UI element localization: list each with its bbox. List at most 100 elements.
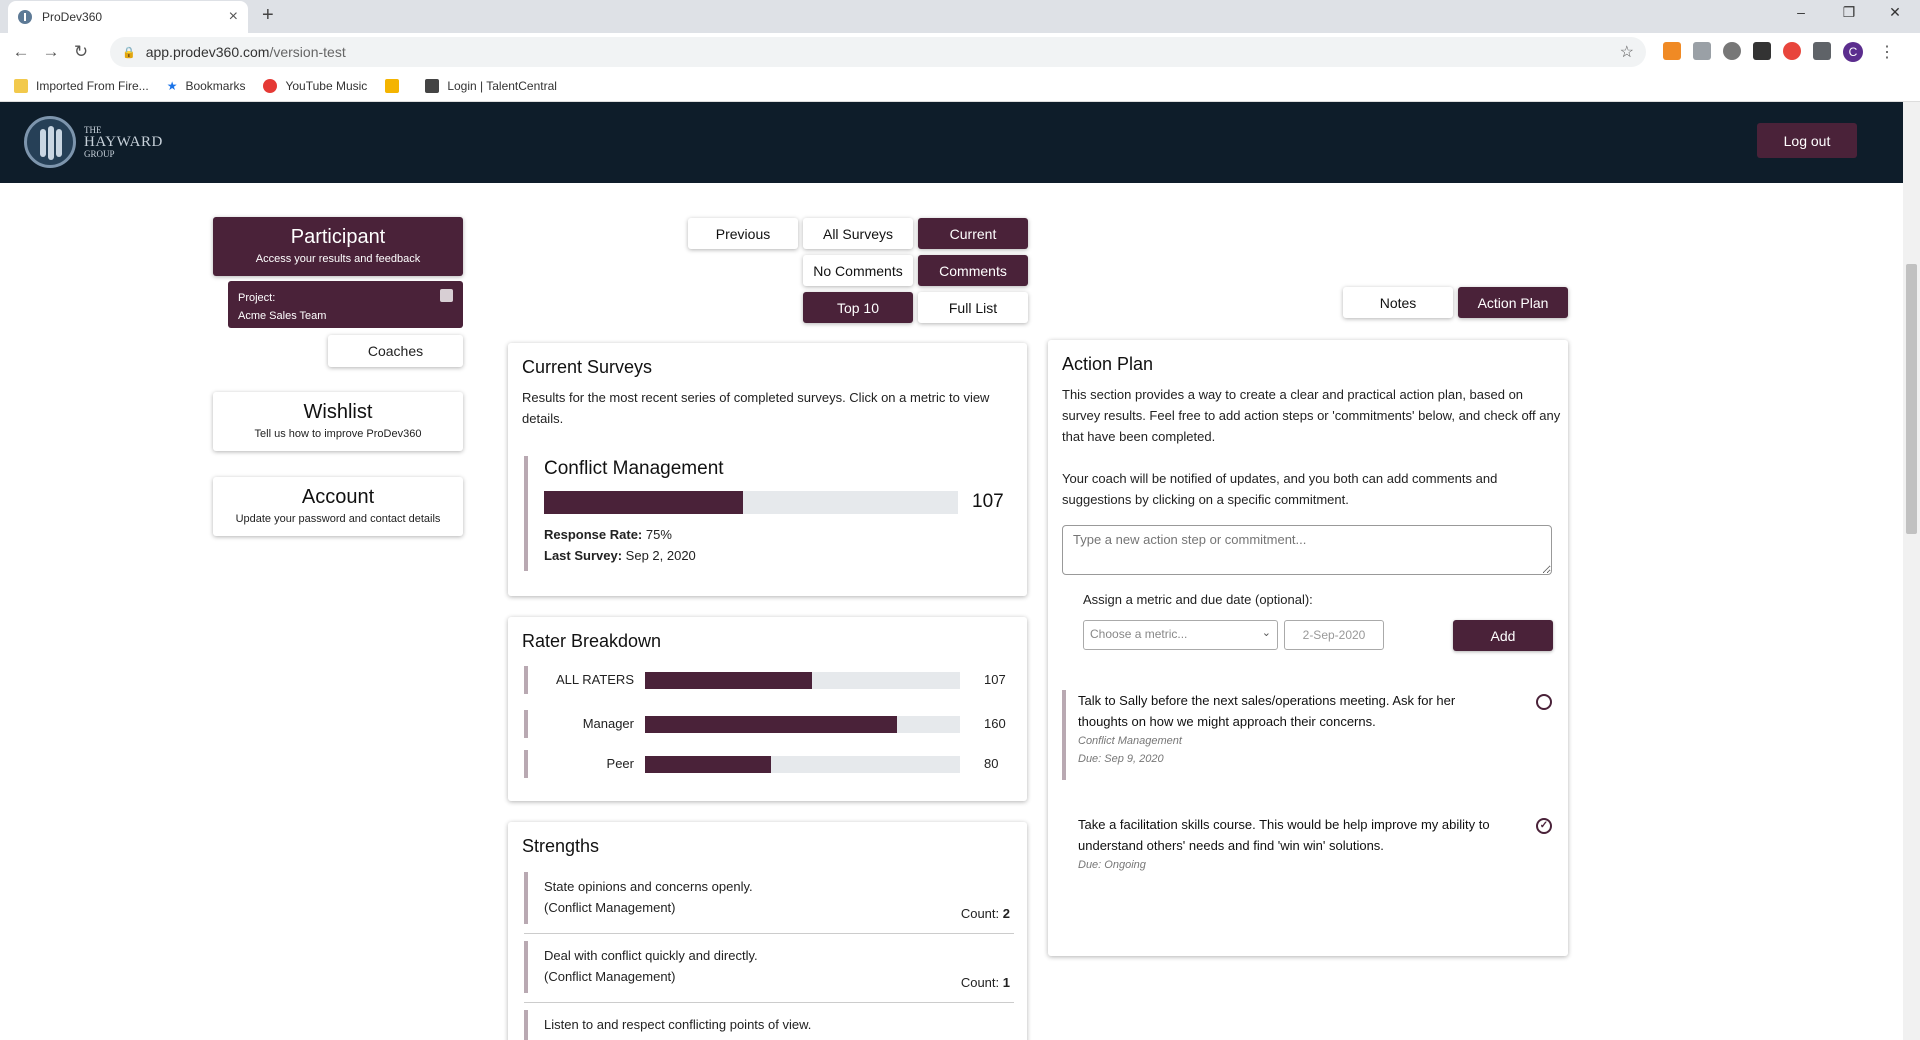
page-scrollbar[interactable] <box>1903 102 1920 1040</box>
browser-menu-icon[interactable]: ⋮ <box>1879 42 1895 62</box>
strength-item[interactable]: Listen to and respect conflicting points… <box>524 1010 1010 1040</box>
analytics-extension-icon[interactable] <box>1663 42 1681 60</box>
previous-button[interactable]: Previous <box>688 218 798 249</box>
privacy-extension-icon[interactable] <box>1723 42 1741 60</box>
scrollbar-thumb[interactable] <box>1906 264 1917 534</box>
current-surveys-panel: Current Surveys Results for the most rec… <box>508 343 1027 596</box>
new-tab-button[interactable]: + <box>262 4 274 27</box>
bookmark-bookmarks[interactable]: ★ Bookmarks <box>167 79 246 93</box>
rater-label: Peer <box>606 756 634 771</box>
close-window-button[interactable]: ✕ <box>1872 4 1918 21</box>
count-label: Count: <box>960 906 1000 921</box>
action-plan-panel: Action Plan This section provides a way … <box>1048 340 1568 956</box>
strengths-title: Strengths <box>522 836 600 856</box>
all-surveys-button[interactable]: All Surveys <box>803 218 913 249</box>
minimize-button[interactable]: – <box>1778 4 1824 20</box>
commitment-metric: Conflict Management <box>1078 735 1182 747</box>
logo-line-3: GROUP <box>84 148 115 159</box>
completed-check-icon[interactable]: ✓ <box>1536 818 1552 834</box>
strength-divider <box>524 1002 1014 1003</box>
action-plan-button[interactable]: Action Plan <box>1458 287 1568 318</box>
current-button[interactable]: Current <box>918 218 1028 249</box>
logo-wordmark: THE HAYWARD GROUP <box>84 125 163 159</box>
browser-tab[interactable]: ProDev360 × <box>8 1 248 33</box>
conflict-management-metric[interactable]: Conflict Management 107 Response Rate: 7… <box>524 456 1014 571</box>
response-rate-label: Response Rate: <box>544 527 643 542</box>
bookmark-imported[interactable]: Imported From Fire... <box>14 79 149 93</box>
bookmark-label: Imported From Fire... <box>36 79 149 93</box>
star-icon: ★ <box>166 79 178 93</box>
rater-row-all[interactable]: ALL RATERS 107 <box>524 666 1006 694</box>
url-path: /version-test <box>269 44 346 60</box>
wishlist-card[interactable]: Wishlist Tell us how to improve ProDev36… <box>213 392 463 451</box>
cloud-extension-icon[interactable] <box>1693 42 1711 60</box>
project-label: Project: <box>238 292 276 304</box>
folder-icon <box>14 79 28 93</box>
rater-row-manager[interactable]: Manager 160 <box>524 710 1006 738</box>
account-card[interactable]: Account Update your password and contact… <box>213 477 463 536</box>
rater-row-peer[interactable]: Peer 80 <box>524 750 998 778</box>
project-name: Acme Sales Team <box>238 310 327 322</box>
reload-icon[interactable]: ↻ <box>66 42 96 62</box>
rss-icon <box>385 79 400 93</box>
last-survey-label: Last Survey: <box>544 548 623 563</box>
bookmark-label: YouTube Music <box>285 79 368 93</box>
metric-select[interactable]: Choose a metric... ⌄ <box>1083 620 1278 650</box>
response-rate-value: 75% <box>645 527 672 542</box>
strength-text: State opinions and concerns openly. <box>544 879 753 894</box>
bookmark-rss[interactable] <box>385 79 407 93</box>
comments-button[interactable]: Comments <box>918 255 1028 286</box>
participant-subtitle: Access your results and feedback <box>255 253 421 265</box>
forward-arrow-icon[interactable]: → <box>36 42 66 62</box>
strength-category: (Conflict Management) <box>544 969 676 984</box>
full-list-button[interactable]: Full List <box>918 292 1028 323</box>
profile-avatar[interactable]: C <box>1843 42 1863 62</box>
project-selector[interactable]: Project: Acme Sales Team <box>228 281 463 328</box>
commitment-due: Due: Sep 9, 2020 <box>1078 753 1164 765</box>
due-date-field[interactable]: 2-Sep-2020 <box>1284 620 1384 650</box>
coaches-button[interactable]: Coaches <box>328 335 463 367</box>
bookmark-label: Bookmarks <box>185 79 246 93</box>
notes-button[interactable]: Notes <box>1343 287 1453 318</box>
hayward-group-logo[interactable]: THE HAYWARD GROUP <box>24 116 163 168</box>
strength-count: Count: 2 <box>961 903 1010 924</box>
rater-label: ALL RATERS <box>555 672 634 687</box>
logo-emblem-icon <box>24 116 76 168</box>
back-arrow-icon[interactable]: ← <box>6 42 36 62</box>
action-plan-coach-note: Your coach will be notified of updates, … <box>1062 471 1498 507</box>
address-bar[interactable]: 🔒 app.prodev360.com/version-test ☆ <box>110 37 1646 67</box>
edit-icon[interactable] <box>440 289 453 302</box>
target-extension-icon[interactable] <box>1783 42 1801 60</box>
bookmark-talentcentral[interactable]: Login | TalentCentral <box>425 79 557 93</box>
strength-count: Count: 1 <box>961 972 1010 993</box>
restore-button[interactable]: ❐ <box>1826 4 1872 21</box>
logo-line-2: HAYWARD <box>84 133 163 150</box>
bookmark-star-icon[interactable]: ☆ <box>1620 42 1634 62</box>
add-commitment-button[interactable]: Add <box>1453 620 1553 651</box>
count-value: 2 <box>1002 906 1010 921</box>
participant-card[interactable]: Participant Access your results and feed… <box>213 217 463 276</box>
strengths-panel: Strengths State opinions and concerns op… <box>508 822 1027 1040</box>
browser-toolbar: ← → ↻ 🔒 app.prodev360.com/version-test ☆… <box>0 33 1920 71</box>
no-comments-button[interactable]: No Comments <box>803 255 913 286</box>
strength-item[interactable]: Deal with conflict quickly and directly.… <box>524 941 1010 993</box>
app-header: THE HAYWARD GROUP Log out <box>0 102 1903 183</box>
current-surveys-title: Current Surveys <box>522 357 653 377</box>
dark-extension-icon[interactable] <box>1753 42 1771 60</box>
strength-item[interactable]: State opinions and concerns openly. (Con… <box>524 872 1010 924</box>
commitment-item[interactable]: Talk to Sally before the next sales/oper… <box>1062 690 1552 780</box>
tab-close-icon[interactable]: × <box>229 8 238 26</box>
metric-name: Conflict Management <box>544 458 724 479</box>
puzzle-extensions-icon[interactable] <box>1813 42 1831 60</box>
logout-button[interactable]: Log out <box>1757 123 1857 158</box>
browser-tabstrip: ProDev360 × + – ❐ ✕ <box>0 0 1920 33</box>
talentcentral-icon <box>425 79 440 93</box>
metric-bar-fill <box>544 491 743 514</box>
top10-button[interactable]: Top 10 <box>803 292 913 323</box>
bookmark-youtube-music[interactable]: YouTube Music <box>263 79 367 93</box>
assign-label: Assign a metric and due date (optional): <box>1083 592 1313 607</box>
strength-text: Deal with conflict quickly and directly. <box>544 948 758 963</box>
incomplete-circle-icon[interactable] <box>1536 694 1552 710</box>
commitment-item[interactable]: Take a facilitation skills course. This … <box>1062 814 1552 874</box>
commitment-input[interactable] <box>1062 525 1552 575</box>
